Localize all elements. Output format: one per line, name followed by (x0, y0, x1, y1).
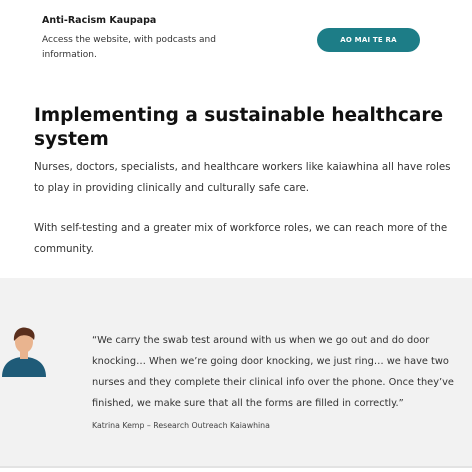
testimonial-attribution: Katrina Kemp – Research Outreach Kaiawhi… (92, 421, 270, 430)
testimonial-quote: “We carry the swab test around with us w… (92, 335, 454, 409)
section-heading: Implementing a sustainable healthcare sy… (34, 105, 444, 150)
resource-title: Anti-Racism Kaupapa (42, 15, 157, 26)
ao-mai-te-ra-button[interactable]: AO MAI TE RA (317, 28, 420, 52)
section-paragraph-1: Nurses, doctors, specialists, and health… (34, 161, 451, 194)
page: Anti-Racism Kaupapa Access the website, … (0, 0, 472, 472)
resource-card: Anti-Racism Kaupapa Access the website, … (0, 0, 472, 80)
resource-description: Access the website, with podcasts and in… (42, 35, 216, 60)
person-avatar-icon (0, 323, 48, 377)
section-paragraph-2: With self-testing and a greater mix of w… (34, 222, 448, 255)
divider (0, 466, 472, 468)
